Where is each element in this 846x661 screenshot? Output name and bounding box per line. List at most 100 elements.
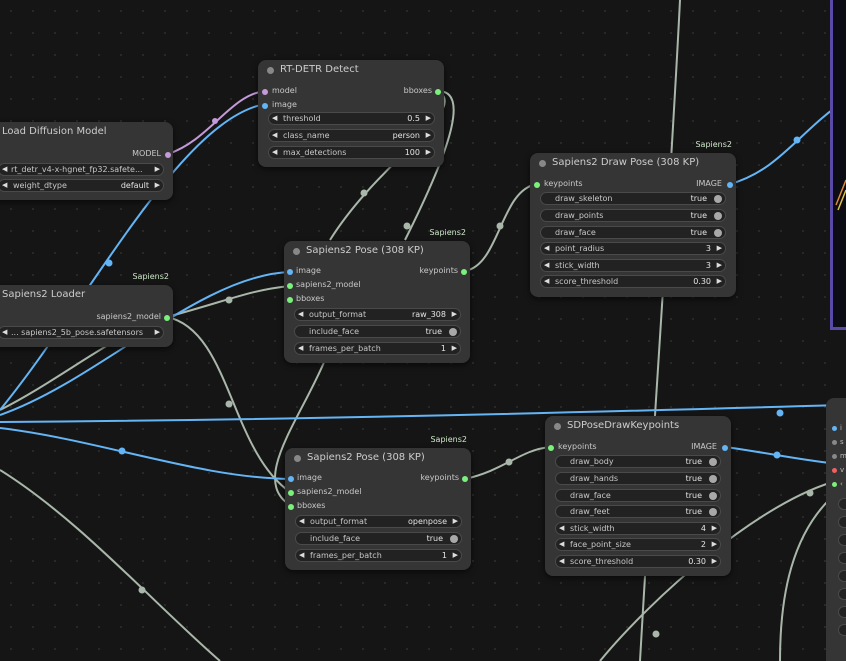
model-input-socket[interactable] [262,89,268,95]
arrow-right-icon[interactable]: ▶ [426,148,431,156]
sdpose-draw-keypoints-node[interactable]: SDPoseDrawKeypoints keypoints IMAGE draw… [545,416,731,576]
unet-name-combo[interactable]: ◀ rt_detr_v4-x-hgnet_fp32.safete... ▶ [0,163,164,176]
image-output-socket[interactable] [722,445,728,451]
output-format-combo[interactable]: ◀ output_format raw_308 ▶ [294,308,461,321]
bboxes-output-socket[interactable] [435,89,441,95]
node-header[interactable]: Sapiens2 Draw Pose (308 KP) [530,153,736,175]
arrow-right-icon[interactable]: ▶ [712,557,717,565]
draw-points-toggle[interactable]: draw_points true [540,209,726,222]
sapiens2-model-input-socket[interactable] [288,490,294,496]
sapiens2-loader-node[interactable]: Sapiens2 Sapiens2 Loader sapiens2_model … [0,272,173,347]
arrow-left-icon[interactable]: ◀ [272,114,277,122]
draw-face-toggle[interactable]: draw_face true [555,489,721,502]
arrow-left-icon[interactable]: ◀ [2,165,7,173]
frames-per-batch-widget[interactable]: ◀ frames_per_batch 1 ▶ [294,342,461,355]
output-format-combo[interactable]: ◀ output_format openpose ▶ [295,515,462,528]
arrow-right-icon[interactable]: ▶ [717,244,722,252]
draw-face-toggle[interactable]: draw_face true [540,226,726,239]
collapse-dot-icon[interactable] [267,67,274,74]
arrow-right-icon[interactable]: ▶ [453,517,458,525]
node-header[interactable]: Sapiens2 Pose (308 KP) [284,241,470,263]
arrow-left-icon[interactable]: ◀ [559,524,564,532]
draw-feet-toggle[interactable]: draw_feet true [555,505,721,518]
arrow-left-icon[interactable]: ◀ [559,557,564,565]
arrow-right-icon[interactable]: ▶ [712,540,717,548]
sapiens2-draw-pose-node[interactable]: Sapiens2 Sapiens2 Draw Pose (308 KP) key… [530,140,736,297]
collapse-dot-icon[interactable] [293,248,300,255]
node-header[interactable]: RT-DETR Detect [258,60,444,82]
input-socket[interactable] [832,482,837,487]
point-radius-widget[interactable]: ◀ point_radius 3 ▶ [540,242,726,255]
arrow-left-icon[interactable]: ◀ [559,540,564,548]
arrow-left-icon[interactable]: ◀ [2,328,7,336]
draw-skeleton-toggle[interactable]: draw_skeleton true [540,192,726,205]
include-face-toggle[interactable]: include_face true [295,532,462,545]
input-socket[interactable] [832,426,837,431]
input-socket[interactable] [832,454,837,459]
class-name-widget[interactable]: ◀ class_name person ▶ [268,129,435,142]
keypoints-output-socket[interactable] [462,476,468,482]
arrow-right-icon[interactable]: ▶ [453,551,458,559]
node-header[interactable]: SDPoseDrawKeypoints [545,416,731,438]
model-file-combo[interactable]: ◀ ... sapiens2_5b_pose.safetensors ▶ [0,326,164,339]
frames-per-batch-widget[interactable]: ◀ frames_per_batch 1 ▶ [295,549,462,562]
arrow-right-icon[interactable]: ▶ [155,165,160,173]
arrow-left-icon[interactable]: ◀ [544,277,549,285]
toggle-knob-icon[interactable] [714,212,722,220]
face-point-size-widget[interactable]: ◀ face_point_size 2 ▶ [555,538,721,551]
input-socket[interactable] [832,468,837,473]
toggle-knob-icon[interactable] [449,328,457,336]
arrow-right-icon[interactable]: ▶ [426,114,431,122]
arrow-right-icon[interactable]: ▶ [426,131,431,139]
keypoints-input-socket[interactable] [534,182,540,188]
toggle-knob-icon[interactable] [709,508,717,516]
model-output-socket[interactable] [165,152,171,158]
arrow-left-icon[interactable]: ◀ [299,551,304,559]
arrow-left-icon[interactable]: ◀ [298,344,303,352]
arrow-left-icon[interactable]: ◀ [298,310,303,318]
arrow-right-icon[interactable]: ▶ [712,524,717,532]
arrow-right-icon[interactable]: ▶ [717,277,722,285]
image-input-socket[interactable] [288,476,294,482]
toggle-knob-icon[interactable] [709,458,717,466]
arrow-left-icon[interactable]: ◀ [2,181,7,189]
image-input-socket[interactable] [262,103,268,109]
weight-dtype-combo[interactable]: ◀ weight_dtype default ▶ [0,179,164,192]
arrow-left-icon[interactable]: ◀ [544,244,549,252]
image-output-socket[interactable] [727,182,733,188]
toggle-knob-icon[interactable] [450,535,458,543]
arrow-right-icon[interactable]: ▶ [452,344,457,352]
collapse-dot-icon[interactable] [554,423,561,430]
sapiens2-model-output-socket[interactable] [164,315,170,321]
bboxes-input-socket[interactable] [288,504,294,510]
draw-hands-toggle[interactable]: draw_hands true [555,472,721,485]
keypoints-input-socket[interactable] [548,445,554,451]
include-face-toggle[interactable]: include_face true [294,325,461,338]
stick-width-widget[interactable]: ◀ stick_width 3 ▶ [540,259,726,272]
node-header[interactable]: Sapiens2 Loader [0,285,173,307]
toggle-knob-icon[interactable] [714,195,722,203]
max-detections-widget[interactable]: ◀ max_detections 100 ▶ [268,146,435,159]
sapiens2-pose-node-2[interactable]: Sapiens2 Sapiens2 Pose (308 KP) image ke… [285,435,471,570]
input-socket[interactable] [832,440,837,445]
arrow-right-icon[interactable]: ▶ [155,181,160,189]
collapse-dot-icon[interactable] [539,160,546,167]
bboxes-input-socket[interactable] [287,297,293,303]
arrow-right-icon[interactable]: ▶ [452,310,457,318]
offscreen-node-partial[interactable]: i s m v ‹ [826,398,846,661]
node-header[interactable]: Sapiens2 Pose (308 KP) [285,448,471,470]
rtdetr-detect-node[interactable]: RT-DETR Detect model bboxes image ◀ thre… [258,60,444,167]
widget-stubs[interactable] [838,498,846,642]
toggle-knob-icon[interactable] [714,229,722,237]
arrow-right-icon[interactable]: ▶ [717,261,722,269]
stick-width-widget[interactable]: ◀ stick_width 4 ▶ [555,522,721,535]
arrow-left-icon[interactable]: ◀ [272,148,277,156]
sapiens2-model-input-socket[interactable] [287,283,293,289]
score-threshold-widget[interactable]: ◀ score_threshold 0.30 ▶ [540,275,726,288]
arrow-left-icon[interactable]: ◀ [544,261,549,269]
arrow-left-icon[interactable]: ◀ [299,517,304,525]
sapiens2-pose-node-1[interactable]: Sapiens2 Sapiens2 Pose (308 KP) image ke… [284,228,470,363]
image-input-socket[interactable] [287,269,293,275]
threshold-widget[interactable]: ◀ threshold 0.5 ▶ [268,112,435,125]
node-header[interactable]: Load Diffusion Model [0,122,173,144]
